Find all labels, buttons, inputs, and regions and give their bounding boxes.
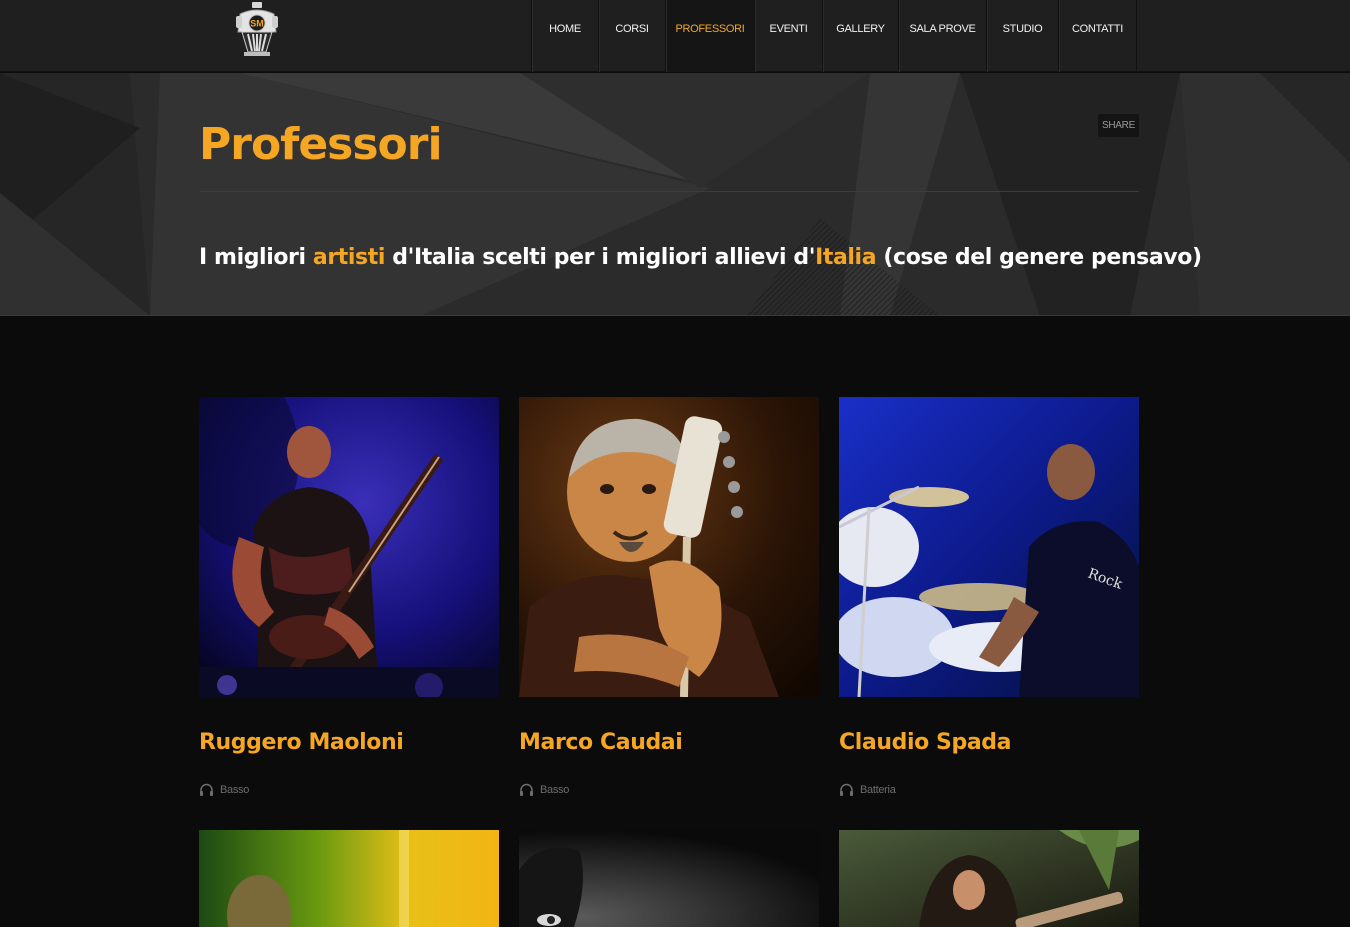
professor-photo-ruggero-maoloni[interactable] <box>199 397 499 697</box>
professor-instrument: Batteria <box>839 783 896 796</box>
headphones-icon <box>840 783 853 796</box>
professor-photo-4[interactable] <box>199 830 499 927</box>
professor-name[interactable]: Marco Caudai <box>519 730 683 755</box>
professor-name[interactable]: Claudio Spada <box>839 730 1011 755</box>
nav-item-home[interactable]: HOME <box>531 0 598 72</box>
logo-text: SM <box>250 19 264 29</box>
tagline-highlight-artisti: artisti <box>312 245 386 270</box>
nav-item-contatti[interactable]: CONTATTI <box>1058 0 1137 72</box>
nav-item-eventi[interactable]: EVENTI <box>754 0 822 72</box>
title-divider <box>199 191 1139 192</box>
page-tagline: I migliori artisti d'Italia scelti per i… <box>199 245 1202 270</box>
headphones-icon <box>520 783 533 796</box>
page-hero: Professori SHARE I migliori artisti d'It… <box>0 73 1350 316</box>
tagline-part-3: (cose del genere pensavo) <box>876 245 1202 270</box>
top-navigation-bar: SM HOME CORSI PROFESSORI EVENTI GALLERY … <box>0 0 1350 72</box>
professor-instrument: Basso <box>519 783 569 796</box>
tagline-part-1: I migliori <box>199 245 313 270</box>
nav-item-gallery[interactable]: GALLERY <box>822 0 898 72</box>
nav-item-corsi[interactable]: CORSI <box>598 0 665 72</box>
nav-item-studio[interactable]: STUDIO <box>986 0 1058 72</box>
train-logo-icon: SM <box>236 2 278 56</box>
professor-photo-5[interactable] <box>519 830 819 927</box>
professor-name[interactable]: Ruggero Maoloni <box>199 730 404 755</box>
professor-instrument: Basso <box>199 783 249 796</box>
site-logo[interactable]: SM <box>230 2 284 58</box>
tagline-part-2: d'Italia scelti per i migliori allievi d… <box>385 245 816 270</box>
tagline-highlight-italia: Italia <box>815 245 877 270</box>
headphones-icon <box>200 783 213 796</box>
nav-item-sala-prove[interactable]: SALA PROVE <box>898 0 986 72</box>
nav-item-professori[interactable]: PROFESSORI <box>665 0 754 72</box>
instrument-label: Basso <box>220 783 250 796</box>
professor-photo-6[interactable] <box>839 830 1139 927</box>
main-menu: HOME CORSI PROFESSORI EVENTI GALLERY SAL… <box>531 0 1137 72</box>
page-title: Professori <box>199 119 443 170</box>
share-button[interactable]: SHARE <box>1098 114 1139 137</box>
professor-photo-claudio-spada[interactable]: Rock <box>839 397 1139 697</box>
instrument-label: Basso <box>540 783 570 796</box>
professor-photo-marco-caudai[interactable] <box>519 397 819 697</box>
instrument-label: Batteria <box>860 783 896 796</box>
hero-background-pattern <box>0 73 1350 315</box>
